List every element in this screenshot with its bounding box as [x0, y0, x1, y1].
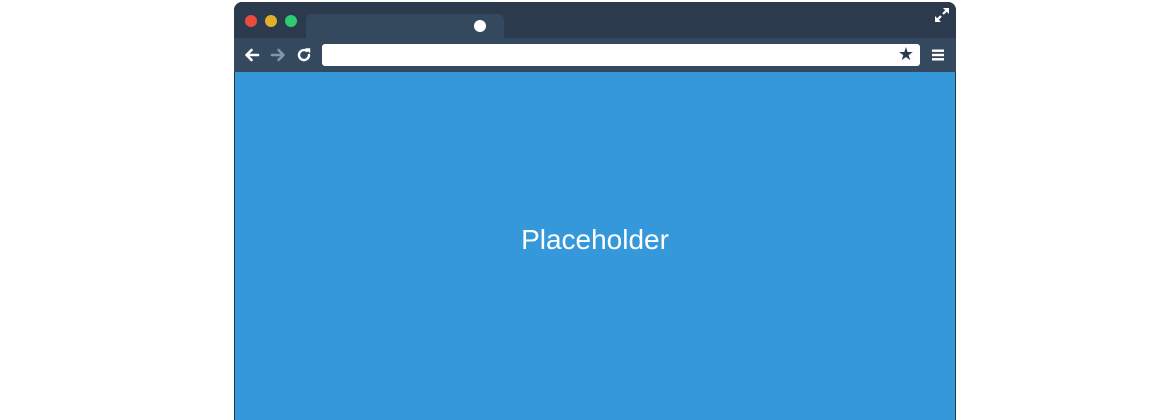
arrow-right-icon[interactable]: [269, 46, 287, 64]
reload-icon[interactable]: [295, 46, 313, 64]
minimize-window-button[interactable]: [265, 15, 277, 27]
bookmark-star-icon[interactable]: ★: [898, 45, 914, 65]
browser-tab[interactable]: [306, 14, 504, 38]
browser-toolbar: ★: [234, 38, 956, 72]
address-bar[interactable]: ★: [322, 44, 920, 66]
url-input[interactable]: [328, 44, 888, 66]
tab-close-dot-icon[interactable]: [474, 20, 486, 32]
hamburger-menu-icon[interactable]: [930, 47, 946, 63]
placeholder-label: Placeholder: [521, 224, 669, 255]
close-window-button[interactable]: [245, 15, 257, 27]
expand-arrows-icon[interactable]: [934, 7, 950, 23]
browser-window: ★ Placeholder: [234, 2, 956, 420]
page-content: Placeholder: [234, 72, 956, 420]
title-bar: [234, 2, 956, 38]
maximize-window-button[interactable]: [285, 15, 297, 27]
arrow-left-icon[interactable]: [243, 46, 261, 64]
